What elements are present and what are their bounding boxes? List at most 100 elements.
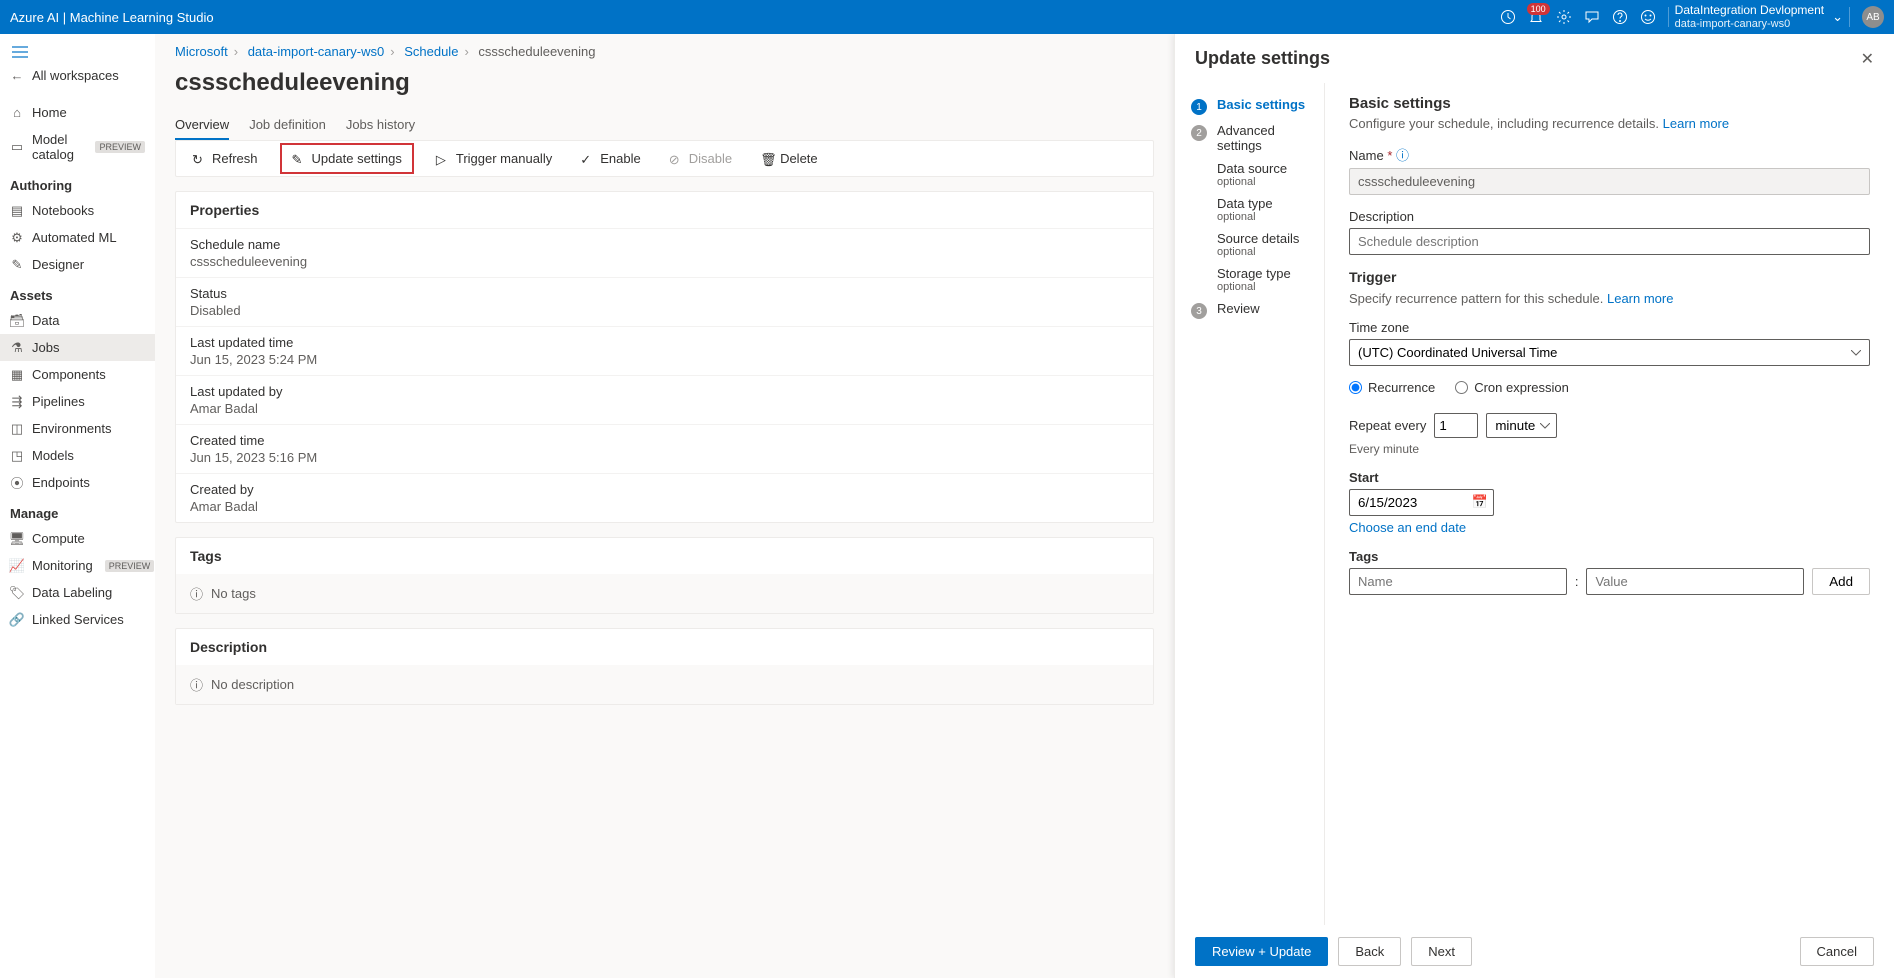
- review-update-button[interactable]: Review + Update: [1195, 937, 1328, 966]
- step-advanced-settings[interactable]: 2Advanced settings: [1191, 119, 1308, 157]
- tab-overview[interactable]: Overview: [175, 111, 229, 140]
- next-button[interactable]: Next: [1411, 937, 1472, 966]
- top-header: Azure AI | Machine Learning Studio 100 D…: [0, 0, 1894, 34]
- substep-data-source[interactable]: Data sourceoptional: [1217, 157, 1308, 192]
- no-tags-text: No tags: [211, 586, 256, 601]
- smiley-icon[interactable]: [1634, 3, 1662, 31]
- tag-name-input[interactable]: [1349, 568, 1567, 595]
- radio-recurrence[interactable]: Recurrence: [1349, 380, 1435, 395]
- nav-home[interactable]: ⌂Home: [0, 99, 155, 126]
- tab-job-definition[interactable]: Job definition: [249, 111, 326, 140]
- back-button[interactable]: Back: [1338, 937, 1401, 966]
- notification-icon[interactable]: 100: [1522, 3, 1550, 31]
- repeat-hint: Every minute: [1349, 442, 1870, 456]
- tenant-selector[interactable]: DataIntegration Devlopment data-import-c…: [1675, 3, 1824, 31]
- nav-components[interactable]: ▦Components: [0, 361, 155, 388]
- designer-icon: ✎: [10, 258, 24, 272]
- help-icon[interactable]: [1606, 3, 1634, 31]
- trigger-manually-button[interactable]: ▷Trigger manually: [430, 149, 558, 168]
- properties-title: Properties: [176, 192, 1153, 228]
- tag-value-input[interactable]: [1586, 568, 1804, 595]
- nav-notebooks[interactable]: ▤Notebooks: [0, 197, 155, 224]
- refresh-button[interactable]: ↻Refresh: [186, 149, 264, 168]
- avatar[interactable]: AB: [1862, 6, 1884, 28]
- form-subtitle-basic: Configure your schedule, including recur…: [1349, 116, 1659, 131]
- hamburger-icon[interactable]: [0, 42, 155, 62]
- notebook-icon: ▤: [10, 204, 24, 218]
- timezone-label: Time zone: [1349, 320, 1870, 335]
- feedback-icon[interactable]: [1578, 3, 1606, 31]
- breadcrumb-microsoft[interactable]: Microsoft: [175, 44, 228, 59]
- trigger-heading: Trigger: [1349, 269, 1870, 285]
- panel-title: Update settings: [1195, 48, 1330, 69]
- breadcrumb: Microsoft› data-import-canary-ws0› Sched…: [175, 44, 1154, 59]
- add-tag-button[interactable]: Add: [1812, 568, 1870, 595]
- settings-icon[interactable]: [1550, 3, 1578, 31]
- repeat-unit-select[interactable]: minute: [1486, 413, 1557, 438]
- panel-footer: Review + Update Back Next Cancel: [1175, 925, 1894, 978]
- no-description-text: No description: [211, 677, 294, 692]
- close-icon[interactable]: ✕: [1861, 49, 1874, 69]
- learn-more-link[interactable]: Learn more: [1663, 116, 1729, 131]
- nav-all-workspaces[interactable]: ←All workspaces: [0, 62, 155, 89]
- section-authoring: Authoring: [0, 168, 155, 197]
- home-icon: ⌂: [10, 106, 24, 120]
- breadcrumb-workspace[interactable]: data-import-canary-ws0: [248, 44, 385, 59]
- timezone-select[interactable]: (UTC) Coordinated Universal Time: [1349, 339, 1870, 366]
- nav-endpoints[interactable]: ⦿Endpoints: [0, 469, 155, 496]
- enable-button[interactable]: ✓Enable: [574, 149, 646, 168]
- created-time-value: Jun 15, 2023 5:16 PM: [190, 450, 1139, 465]
- nav-model-catalog[interactable]: ▭Model catalogPREVIEW: [0, 126, 155, 168]
- nav-automated-ml[interactable]: ⚙Automated ML: [0, 224, 155, 251]
- description-card: Description ⓘNo description: [175, 628, 1154, 705]
- start-date-input[interactable]: [1349, 489, 1494, 516]
- status-value: Disabled: [190, 303, 1139, 318]
- trash-icon: 🗑: [760, 152, 774, 166]
- tags-title: Tags: [176, 538, 1153, 574]
- pipelines-icon: ⇶: [10, 395, 24, 409]
- preview-badge: PREVIEW: [105, 560, 155, 572]
- created-by-label: Created by: [190, 482, 1139, 497]
- tenant-name: DataIntegration Devlopment: [1675, 3, 1824, 17]
- substep-source-details[interactable]: Source detailsoptional: [1217, 227, 1308, 262]
- step-basic-settings[interactable]: 1Basic settings: [1191, 93, 1308, 119]
- left-nav: ←All workspaces ⌂Home ▭Model catalogPREV…: [0, 34, 155, 978]
- repeat-label: Repeat every: [1349, 418, 1426, 433]
- data-icon: 🗃: [10, 314, 24, 328]
- step-review[interactable]: 3Review: [1191, 297, 1308, 323]
- nav-monitoring[interactable]: 📈MonitoringPREVIEW: [0, 552, 155, 579]
- nav-data-labeling[interactable]: 🏷Data Labeling: [0, 579, 155, 606]
- brand-title: Azure AI | Machine Learning Studio: [10, 10, 214, 25]
- disable-icon: ⊘: [669, 152, 683, 166]
- last-updated-by-value: Amar Badal: [190, 401, 1139, 416]
- clock-icon[interactable]: [1494, 3, 1522, 31]
- nav-data[interactable]: 🗃Data: [0, 307, 155, 334]
- last-updated-time-value: Jun 15, 2023 5:24 PM: [190, 352, 1139, 367]
- panel-form: Basic settings Configure your schedule, …: [1325, 83, 1894, 925]
- nav-designer[interactable]: ✎Designer: [0, 251, 155, 278]
- form-heading-basic: Basic settings: [1349, 95, 1870, 112]
- description-input[interactable]: [1349, 228, 1870, 255]
- delete-button[interactable]: 🗑Delete: [754, 149, 824, 168]
- info-icon[interactable]: ⓘ: [1396, 148, 1409, 163]
- cancel-button[interactable]: Cancel: [1800, 937, 1874, 966]
- nav-linked-services[interactable]: 🔗Linked Services: [0, 606, 155, 633]
- choose-end-date-link[interactable]: Choose an end date: [1349, 520, 1466, 535]
- learn-more-link[interactable]: Learn more: [1607, 291, 1673, 306]
- update-settings-button[interactable]: ✎Update settings: [280, 143, 414, 174]
- nav-environments[interactable]: ◫Environments: [0, 415, 155, 442]
- status-label: Status: [190, 286, 1139, 301]
- description-title: Description: [176, 629, 1153, 665]
- breadcrumb-schedule[interactable]: Schedule: [404, 44, 458, 59]
- chevron-down-icon: ⌄: [1832, 9, 1843, 25]
- nav-compute[interactable]: 🖥Compute: [0, 525, 155, 552]
- substep-data-type[interactable]: Data typeoptional: [1217, 192, 1308, 227]
- created-by-value: Amar Badal: [190, 499, 1139, 514]
- repeat-value-input[interactable]: [1434, 413, 1478, 438]
- tab-jobs-history[interactable]: Jobs history: [346, 111, 415, 140]
- nav-pipelines[interactable]: ⇶Pipelines: [0, 388, 155, 415]
- radio-cron[interactable]: Cron expression: [1455, 380, 1569, 395]
- nav-models[interactable]: ◳Models: [0, 442, 155, 469]
- nav-jobs[interactable]: ⚗Jobs: [0, 334, 155, 361]
- substep-storage-type[interactable]: Storage typeoptional: [1217, 262, 1308, 297]
